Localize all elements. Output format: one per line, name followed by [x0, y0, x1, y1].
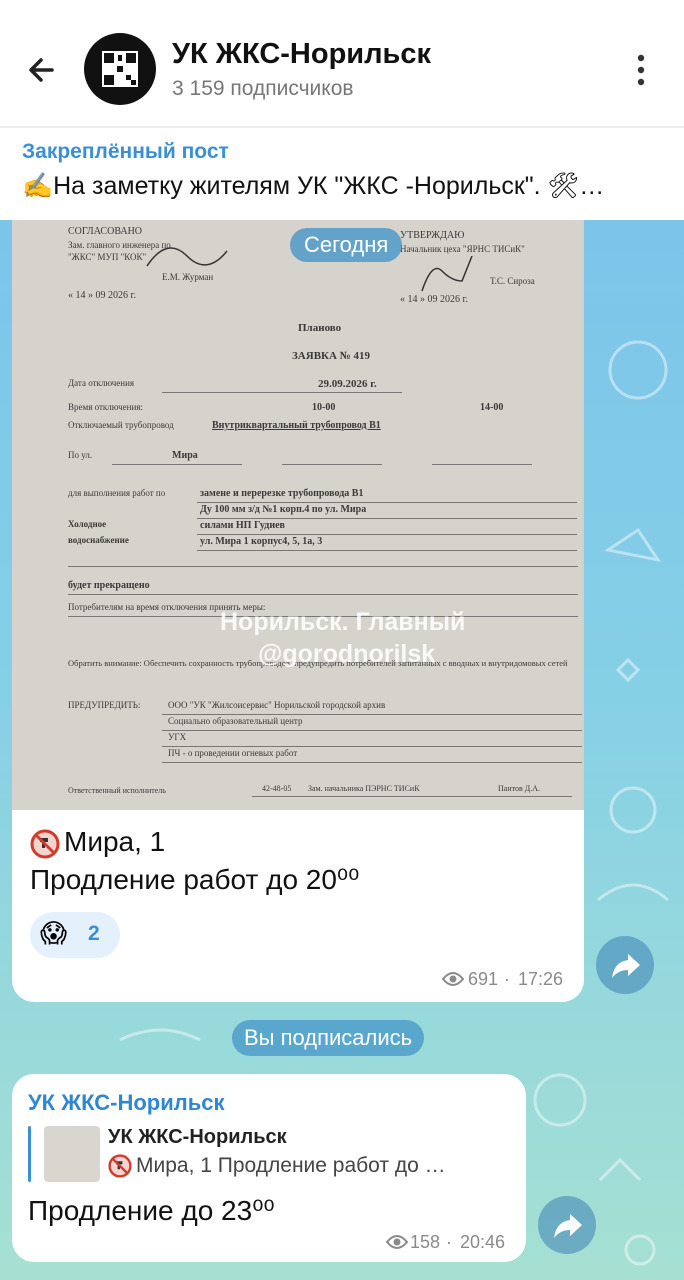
doc-signer: Пантов Д.А. [498, 784, 541, 793]
views-eye-icon [442, 972, 464, 986]
channel-avatar[interactable] [84, 33, 156, 105]
signature-left-icon [146, 247, 228, 267]
forward-button-2[interactable] [538, 1196, 596, 1254]
doc-street-value: Мира [172, 450, 198, 461]
back-arrow-icon[interactable] [22, 50, 62, 90]
doc-time-to: 14-00 [480, 402, 504, 413]
more-menu-icon[interactable] [626, 50, 656, 90]
meta-dot: · [446, 1232, 452, 1252]
reply-accent-bar [28, 1126, 31, 1182]
photo-watermark-line-1: Норильск. Главный [220, 608, 466, 636]
doc-work-label: для выполнения работ по [68, 488, 166, 498]
subscribed-notice: Вы подписались [232, 1020, 425, 1056]
post-caption-line-2: Продление работ до 20⁰⁰ [30, 864, 360, 895]
doc-warn-label: ПРЕДУПРЕДИТЬ: [68, 700, 141, 710]
doc-left-header-3: "ЖКС" МУП "КОК" [68, 252, 147, 262]
date-separator: Сегодня [290, 228, 403, 262]
doc-work-value-1: замене и перерезке трубопровода В1 [200, 488, 364, 499]
doc-time-from: 10-00 [312, 402, 336, 413]
scream-emoji-icon: 😱 [40, 918, 68, 948]
pinned-text: ✍️На заметку жителям УК "ЖКС -Норильск".… [22, 172, 605, 200]
doc-left-header-5: « 14 » 09 2026 г. [68, 290, 136, 301]
share-arrow-icon [612, 954, 640, 978]
meta-dot: · [504, 969, 510, 989]
doc-warn-line-2: Социально образовательный центр [168, 716, 303, 726]
channel-title[interactable]: УК ЖКС-Норильск [172, 38, 431, 71]
subscriber-count: 3 159 подписчиков [172, 77, 354, 100]
chat-area: СОГЛАСОВАНО Зам. главного инженера по "Ж… [0, 220, 684, 1280]
doc-right-header-3: Т.С. Сироза [490, 276, 535, 286]
doc-work-value-3: силами НП Гудиев [200, 520, 285, 531]
reaction-chip[interactable]: 😱 2 [30, 912, 120, 958]
doc-cold-water: Холодное водоснабжение [68, 519, 129, 545]
post-photo[interactable]: СОГЛАСОВАНО Зам. главного инженера по "Ж… [12, 220, 584, 810]
reply-thumbnail [44, 1126, 100, 1182]
post-2-views: 158 [410, 1232, 441, 1252]
reaction-count: 2 [88, 922, 100, 945]
post-1-views: 691 [468, 969, 499, 989]
chat-header: УК ЖКС-Норильск 3 159 подписчиков [0, 0, 684, 126]
reply-author: УК ЖКС-Норильск [108, 1126, 287, 1148]
post-2-author[interactable]: УК ЖКС-Норильск [28, 1090, 225, 1116]
channel-post-2[interactable]: УК ЖКС-Норильск УК ЖКС-Норильск Мира, 1 … [12, 1074, 526, 1262]
doc-work-value-2: Ду 100 мм з/д №1 корп.4 по ул. Мира [200, 504, 367, 515]
wallpaper-doodles-icon [597, 340, 669, 902]
doc-right-header-1: УТВЕРЖДАЮ [400, 230, 465, 241]
forward-button-1[interactable] [596, 936, 654, 994]
doc-time-label: Время отключения: [68, 402, 143, 412]
post-caption-line-1: Мира, 1 [64, 826, 166, 857]
doc-title-request: ЗАЯВКА № 419 [292, 350, 371, 362]
post-2-time: 20:46 [460, 1232, 506, 1252]
doc-pipe-value: Внутриквартальный трубопровод В1 [212, 420, 381, 431]
doc-warn-line-1: ООО "УК "Жилсоисервис" Норильской городс… [168, 700, 386, 710]
doc-deputy: Зам. начальника ПЭРНС ТИСиК [308, 784, 420, 793]
doc-right-header-2: Начальник цеха "ЯРНС ТИСиК" [400, 244, 525, 254]
doc-title-planned: Планово [298, 322, 342, 334]
channel-post-1[interactable]: СОГЛАСОВАНО Зам. главного инженера по "Ж… [12, 220, 584, 1002]
doc-warn-line-3: УГХ [168, 732, 187, 742]
no-water-icon [30, 829, 60, 859]
doc-date-label: Дата отключения [68, 378, 135, 388]
doc-date-value: 29.09.2026 г. [318, 378, 377, 390]
post-1-time: 17:26 [518, 969, 564, 989]
views-eye-icon [386, 1235, 408, 1249]
pinned-message-bar[interactable]: Закреплённый пост ✍️На заметку жителям У… [0, 128, 684, 220]
share-arrow-icon [554, 1214, 582, 1238]
post-2-text: Продление до 23⁰⁰ [28, 1195, 275, 1226]
signature-right-icon [421, 256, 473, 292]
doc-phone: 42-48-05 [262, 784, 292, 793]
doc-warn-line-4: ПЧ - о проведении огневых работ [168, 748, 298, 758]
photo-watermark-line-2: @gorodnorilsk [258, 640, 436, 668]
doc-will-stop: будет прекращено [68, 580, 150, 591]
pinned-label: Закреплённый пост [22, 140, 229, 163]
doc-pipe-label: Отключаемый трубопровод [68, 420, 174, 430]
doc-responsible: Ответственный исполнитель [68, 786, 166, 795]
doc-street-label: По ул. [68, 450, 93, 460]
reply-text[interactable]: Мира, 1 Продление работ до … [136, 1154, 446, 1178]
no-water-small-icon [108, 1154, 132, 1178]
doc-left-header-1: СОГЛАСОВАНО [68, 226, 143, 237]
doc-address: ул. Мира 1 корпус4, 5, 1а, 3 [200, 536, 323, 547]
